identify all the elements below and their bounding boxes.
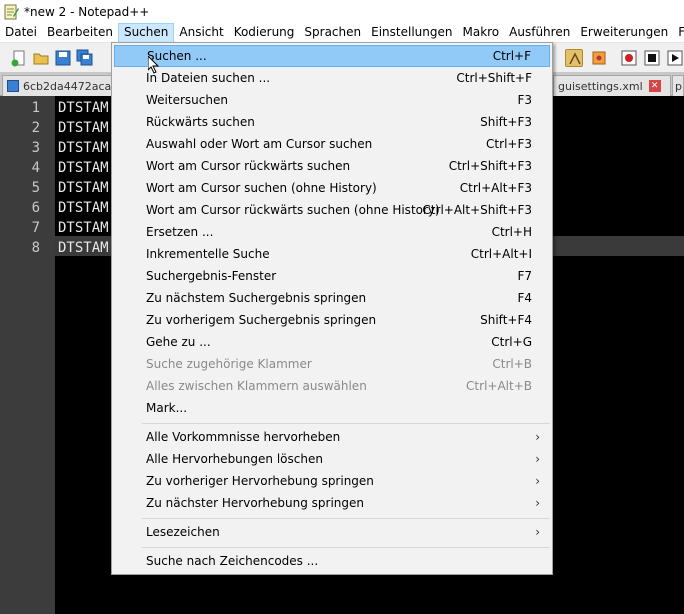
menu-item-rueckwaerts-suchen[interactable]: Rückwärts suchen Shift+F3 [114,111,550,133]
menu-item-ersetzen[interactable]: Ersetzen ... Ctrl+H [114,221,550,243]
menu-separator [142,423,550,424]
menu-item-hervorhebungen-loeschen[interactable]: Alle Hervorhebungen löschen › [114,448,550,470]
menu-item-wort-rueckwaerts-ohne-history[interactable]: Wort am Cursor rückwärts suchen (ohne Hi… [114,199,550,221]
menu-kodierung[interactable]: Kodierung [229,23,300,43]
menu-separator [142,547,550,548]
line-number: 3 [31,140,40,156]
menu-item-lesezeichen[interactable]: Lesezeichen › [114,521,550,543]
menu-item-mark[interactable]: Mark... [114,397,550,419]
mouse-cursor-icon [147,54,160,74]
menu-item-alle-hervorheben[interactable]: Alle Vorkommnisse hervorheben › [114,426,550,448]
notepadpp-icon [3,4,19,20]
save-all-icon[interactable] [76,49,94,67]
menu-item-zeichencodes[interactable]: Suche nach Zeichencodes ... [114,550,550,572]
tab-label: p [675,79,682,93]
menu-item-zwischen-klammern: Alles zwischen Klammern auswählen Ctrl+A… [146,379,532,393]
menu-separator [142,518,550,519]
menu-item-zugehoerige-klammer: Suche zugehörige Klammer Ctrl+B [146,357,532,371]
saved-file-icon [7,80,19,92]
code-line[interactable]: DTSTAM [58,98,109,118]
code-line[interactable]: DTSTAM [58,198,109,218]
stop-icon[interactable] [643,49,661,67]
line-number-gutter: 1 2 3 4 5 6 7 8 [0,96,55,614]
menu-item-vorherige-hervorhebung[interactable]: Zu vorheriger Hervorhebung springen › [114,470,550,492]
open-file-icon[interactable] [32,49,50,67]
submenu-arrow-icon: › [535,430,540,444]
new-file-icon[interactable] [10,49,28,67]
menu-item-weitersuchen[interactable]: Weitersuchen F3 [114,89,550,111]
submenu-arrow-icon: › [535,452,540,466]
line-number: 5 [31,180,40,196]
submenu-arrow-icon: › [535,525,540,539]
menu-erweiterungen[interactable]: Erweiterungen [575,23,673,43]
save-icon[interactable] [54,49,72,67]
search-menu-dropdown: Suchen ... Ctrl+F In Dateien suchen ... … [111,42,553,575]
submenu-arrow-icon: › [535,474,540,488]
code-line[interactable]: DTSTAM [58,138,109,158]
play-icon[interactable] [666,49,684,67]
code-line[interactable]: DTSTAM [58,158,109,178]
menu-sprachen[interactable]: Sprachen [299,23,366,43]
tab-file-1[interactable]: 6cb2da4472acae [2,75,112,96]
menu-item-vorheriges-ergebnis[interactable]: Zu vorherigem Suchergebnis springen Shif… [114,309,550,331]
menu-suchen[interactable]: Suchen [117,22,175,43]
record-icon[interactable] [620,49,638,67]
menu-item-naechste-hervorhebung[interactable]: Zu nächster Hervorhebung springen › [114,492,550,514]
menu-fenster[interactable]: Fenste [673,23,684,43]
menu-item-in-dateien-suchen[interactable]: In Dateien suchen ... Ctrl+Shift+F [114,67,550,89]
submenu-arrow-icon: › [535,496,540,510]
menu-item-suchen[interactable]: Suchen ... Ctrl+F [114,45,550,67]
tab-label: 6cb2da4472acae [23,79,112,93]
menu-item-wort-ohne-history[interactable]: Wort am Cursor suchen (ohne History) Ctr… [114,177,550,199]
menu-datei[interactable]: Datei [0,23,42,43]
menu-einstellungen[interactable]: Einstellungen [366,23,457,43]
line-number: 2 [31,120,40,136]
line-number: 6 [31,200,40,216]
menu-item-suchergebnis-fenster[interactable]: Suchergebnis-Fenster F7 [114,265,550,287]
menu-item-wort-rueckwaerts[interactable]: Wort am Cursor rückwärts suchen Ctrl+Shi… [114,155,550,177]
code-line[interactable]: DTSTAM [58,238,109,258]
code-line[interactable]: DTSTAM [58,218,109,238]
title-bar: *new 2 - Notepad++ [0,0,684,23]
menu-item-gehe-zu[interactable]: Gehe zu ... Ctrl+G [114,331,550,353]
window-title: *new 2 - Notepad++ [24,4,150,19]
line-number: 7 [31,220,40,236]
menu-item-auswahl-suchen[interactable]: Auswahl oder Wort am Cursor suchen Ctrl+… [114,133,550,155]
menu-ansicht[interactable]: Ansicht [174,23,228,43]
menu-bearbeiten[interactable]: Bearbeiten [42,23,118,43]
macro-settings-icon[interactable] [590,49,608,67]
line-number: 1 [31,100,40,116]
menu-bar: Datei Bearbeiten Suchen Ansicht Kodierun… [0,22,684,43]
menu-ausfuehren[interactable]: Ausführen [504,23,575,43]
code-line[interactable]: DTSTAM [58,178,109,198]
tab-label: guisettings.xml [558,79,643,93]
close-tab-icon[interactable]: ✕ [648,80,661,92]
line-number: 4 [31,160,40,176]
line-number: 8 [31,240,40,256]
menu-makro[interactable]: Makro [457,23,504,43]
tab-overflow[interactable]: p [672,75,684,96]
menu-item-inkrementelle-suche[interactable]: Inkrementelle Suche Ctrl+Alt+I [114,243,550,265]
macro-record-icon[interactable] [565,48,583,67]
tab-guisettings[interactable]: guisettings.xml ✕ [553,75,671,96]
menu-item-naechstes-ergebnis[interactable]: Zu nächstem Suchergebnis springen F4 [114,287,550,309]
code-line[interactable]: DTSTAM [58,118,109,138]
